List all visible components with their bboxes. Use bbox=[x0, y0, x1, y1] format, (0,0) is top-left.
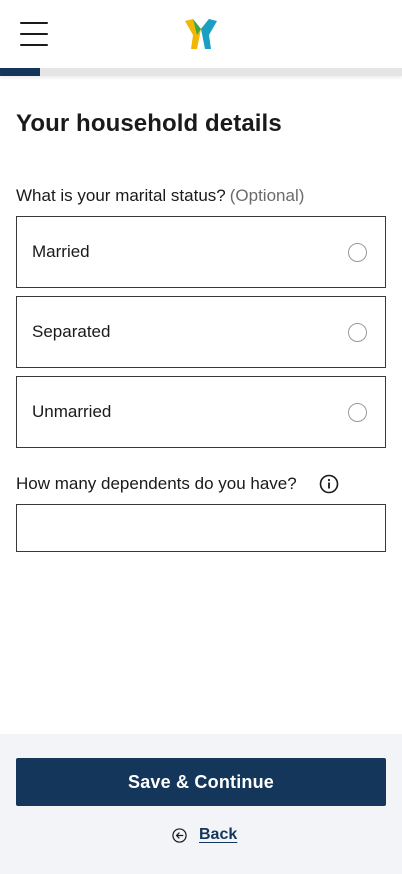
radio-label-separated: Separated bbox=[32, 322, 111, 341]
page-title: Your household details bbox=[16, 110, 282, 137]
radio-label-unmarried: Unmarried bbox=[32, 402, 112, 421]
radio-button-unmarried[interactable] bbox=[348, 403, 367, 422]
back-label: Back bbox=[199, 826, 238, 843]
dependents-question: How many dependents do you have? bbox=[16, 474, 297, 493]
radio-button-married[interactable] bbox=[348, 243, 367, 262]
marital-status-question: What is your marital status? (Optional) bbox=[16, 186, 304, 206]
marital-status-label: What is your marital status? bbox=[16, 186, 226, 205]
dependents-input[interactable] bbox=[16, 504, 386, 552]
radio-label-married: Married bbox=[32, 242, 90, 261]
radio-option-separated[interactable]: Separated bbox=[16, 296, 386, 368]
hamburger-menu-icon[interactable] bbox=[18, 20, 50, 48]
app-header bbox=[0, 0, 402, 68]
footer-actions: Save & Continue Back bbox=[0, 734, 402, 874]
back-arrow-circle-icon bbox=[172, 827, 187, 843]
household-details-page: Your household details What is your mari… bbox=[0, 0, 402, 874]
save-continue-button[interactable]: Save & Continue bbox=[16, 758, 386, 806]
brand-logo-icon[interactable] bbox=[183, 17, 219, 51]
progress-bar bbox=[0, 68, 402, 76]
radio-option-unmarried[interactable]: Unmarried bbox=[16, 376, 386, 448]
optional-tag: (Optional) bbox=[229, 186, 305, 205]
info-icon[interactable] bbox=[319, 474, 339, 494]
radio-option-married[interactable]: Married bbox=[16, 216, 386, 288]
progress-fill bbox=[0, 68, 41, 76]
back-link[interactable]: Back bbox=[172, 826, 237, 844]
radio-button-separated[interactable] bbox=[348, 323, 367, 342]
